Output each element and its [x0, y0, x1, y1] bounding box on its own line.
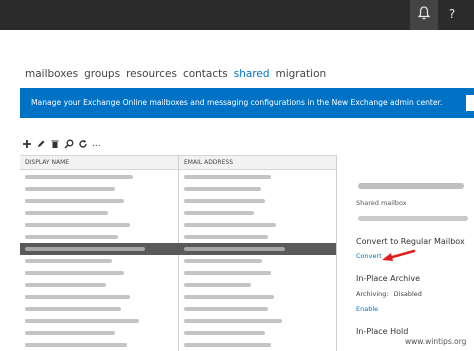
- watermark: www.wintips.org: [405, 337, 467, 346]
- email-address-cell: [184, 223, 276, 227]
- table-row[interactable]: [20, 303, 336, 315]
- table-row[interactable]: [20, 267, 336, 279]
- email-address-cell: [184, 271, 271, 275]
- banner-text: Manage your Exchange Online mailboxes an…: [31, 98, 443, 107]
- tab-groups[interactable]: groups: [84, 68, 120, 80]
- details-divider: [336, 155, 337, 351]
- table-row[interactable]: [20, 207, 336, 219]
- email-address-cell: [184, 307, 268, 311]
- convert-heading: Convert to Regular Mailbox: [356, 237, 465, 246]
- table-row[interactable]: [20, 327, 336, 339]
- table-row[interactable]: [20, 315, 336, 327]
- email-address-cell: [184, 259, 262, 263]
- table-row[interactable]: [20, 219, 336, 231]
- display-name-cell: [25, 235, 118, 239]
- email-address-cell: [184, 247, 285, 251]
- column-header-email-address[interactable]: EMAIL ADDRESS: [184, 159, 233, 166]
- hold-heading: In-Place Hold: [356, 327, 409, 336]
- archive-heading: In-Place Archive: [356, 274, 421, 283]
- toolbar: ...: [22, 137, 101, 151]
- navigation-tabs: mailboxes groups resources contacts shared mi…: [25, 68, 332, 80]
- top-bar: ?: [0, 0, 474, 30]
- table-row-selected[interactable]: [20, 243, 336, 255]
- more-button[interactable]: ...: [92, 139, 101, 149]
- edit-icon[interactable]: [36, 139, 46, 149]
- add-icon[interactable]: [22, 139, 32, 149]
- table-row[interactable]: [20, 231, 336, 243]
- table-row[interactable]: [20, 291, 336, 303]
- table-row[interactable]: [20, 255, 336, 267]
- info-banner: Manage your Exchange Online mailboxes an…: [20, 88, 474, 118]
- annotation-arrow: [380, 248, 416, 268]
- mailbox-email-blurred: [358, 216, 468, 221]
- table-row[interactable]: [20, 171, 336, 183]
- column-header-display-name[interactable]: DISPLAY NAME: [25, 159, 69, 166]
- tab-migration[interactable]: migration: [276, 68, 327, 80]
- display-name-cell: [25, 283, 106, 287]
- email-address-cell: [184, 295, 274, 299]
- display-name-cell: [25, 271, 124, 275]
- tab-shared[interactable]: shared: [234, 68, 270, 80]
- display-name-cell: [25, 175, 133, 179]
- email-address-cell: [184, 331, 265, 335]
- table-row[interactable]: [20, 279, 336, 291]
- refresh-icon[interactable]: [78, 139, 88, 149]
- display-name-cell: [25, 319, 139, 323]
- archiving-label: Archiving:: [356, 290, 389, 298]
- email-address-cell: [184, 187, 261, 191]
- email-address-cell: [184, 235, 268, 239]
- display-name-cell: [25, 307, 121, 311]
- table-row[interactable]: [20, 195, 336, 207]
- mailbox-list: [20, 171, 336, 351]
- email-address-cell: [184, 211, 254, 215]
- display-name-cell: [25, 247, 145, 251]
- archiving-status: Archiving: Disabled: [356, 290, 422, 298]
- bell-icon[interactable]: [416, 6, 432, 24]
- mailbox-name-blurred: [358, 183, 464, 189]
- display-name-cell: [25, 223, 130, 227]
- display-name-cell: [25, 343, 127, 347]
- display-name-cell: [25, 199, 124, 203]
- email-address-cell: [184, 199, 265, 203]
- display-name-cell: [25, 259, 112, 263]
- display-name-cell: [25, 331, 115, 335]
- display-name-cell: [25, 187, 115, 191]
- archiving-value: Disabled: [393, 290, 422, 298]
- banner-button[interactable]: [466, 95, 474, 111]
- table-row[interactable]: [20, 183, 336, 195]
- mailbox-type-label: Shared mailbox: [356, 199, 407, 207]
- tab-contacts[interactable]: contacts: [183, 68, 228, 80]
- email-address-cell: [184, 175, 271, 179]
- tab-mailboxes[interactable]: mailboxes: [25, 68, 78, 80]
- delete-icon[interactable]: [50, 139, 60, 149]
- display-name-cell: [25, 211, 108, 215]
- email-address-cell: [184, 319, 282, 323]
- display-name-cell: [25, 295, 130, 299]
- table-row[interactable]: [20, 339, 336, 351]
- enable-archive-link[interactable]: Enable: [356, 305, 474, 313]
- email-address-cell: [184, 283, 251, 287]
- search-icon[interactable]: [64, 139, 74, 149]
- help-icon[interactable]: ?: [444, 6, 460, 22]
- email-address-cell: [184, 343, 271, 347]
- tab-resources[interactable]: resources: [126, 68, 177, 80]
